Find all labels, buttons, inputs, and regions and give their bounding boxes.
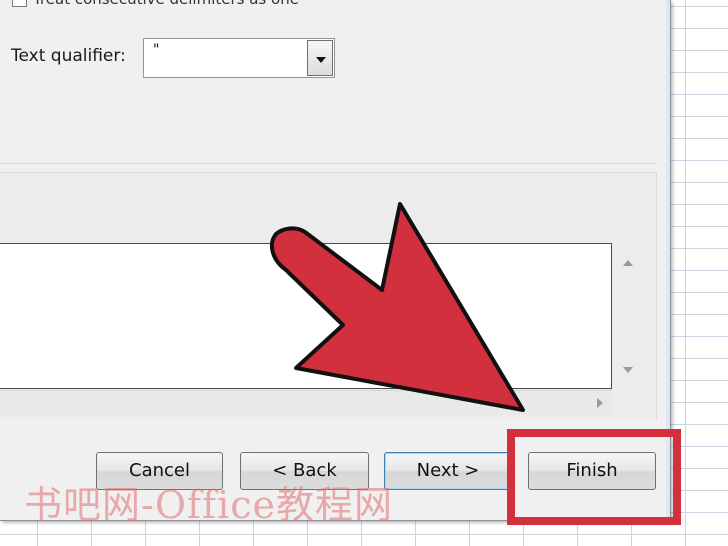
finish-highlight-box	[507, 429, 681, 525]
red-arrow-icon	[269, 202, 525, 412]
watermark-text: 书吧网-Office教程网	[24, 483, 394, 527]
